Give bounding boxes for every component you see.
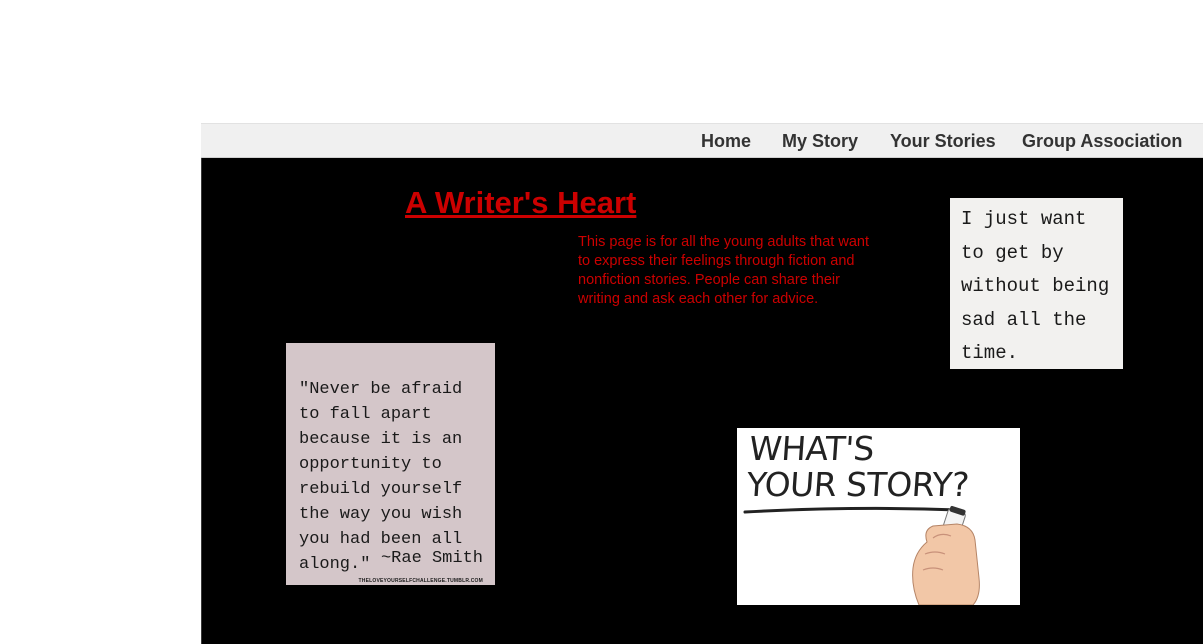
quote-text: "Never be afraid to fall apart because i… [299, 380, 463, 574]
nav-link-home[interactable]: Home [701, 131, 751, 151]
hand-with-marker-icon [743, 505, 980, 605]
intro-paragraph: This page is for all the young adults th… [578, 234, 869, 307]
quote-image-fall-apart: "Never be afraid to fall apart because i… [286, 343, 495, 585]
nav-link-group-association[interactable]: Group Association [1022, 131, 1182, 151]
quote-author: ~Rae Smith [380, 549, 483, 568]
top-navigation-bar: Home My Story Your Stories Group Associa… [201, 123, 1203, 158]
page: Home My Story Your Stories Group Associa… [0, 0, 1203, 644]
quote-image-sad: I just want to get by without being sad … [950, 198, 1123, 369]
nav-link-my-story[interactable]: My Story [782, 131, 858, 151]
nav-link-your-stories[interactable]: Your Stories [890, 131, 996, 151]
whats-your-story-image: WHAT'S YOUR STORY? [737, 428, 1020, 605]
quote-source-watermark: THELOVEYOURSELFCHALLENGE.TUMBLR.COM [358, 578, 483, 584]
